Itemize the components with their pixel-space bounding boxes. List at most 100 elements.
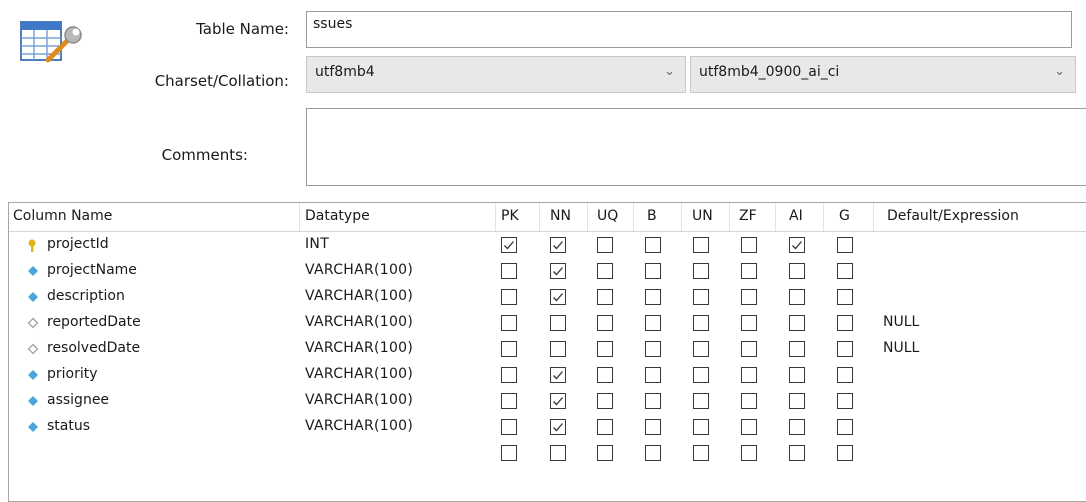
checkbox-zf[interactable] [741,289,757,305]
checkbox-un[interactable] [693,419,709,435]
checkbox-uq[interactable] [597,315,613,331]
checkbox-uq[interactable] [597,367,613,383]
checkbox-zf[interactable] [741,263,757,279]
checkbox-pk[interactable] [501,393,517,409]
checkbox-nn[interactable] [550,315,566,331]
checkbox-nn[interactable] [550,393,566,409]
checkbox-zf[interactable] [741,367,757,383]
table-row[interactable]: priority VARCHAR(100) [9,363,1086,389]
checkbox-pk[interactable] [501,237,517,253]
checkbox-b[interactable] [645,419,661,435]
checkbox-b[interactable] [645,315,661,331]
checkbox-uq[interactable] [597,341,613,357]
checkbox-b[interactable] [645,237,661,253]
table-row[interactable]: description VARCHAR(100) [9,285,1086,311]
datatype-cell[interactable]: VARCHAR(100) [305,392,413,408]
checkbox-nn[interactable] [550,341,566,357]
datatype-cell[interactable]: VARCHAR(100) [305,314,413,330]
checkbox-g[interactable] [837,419,853,435]
column-name-cell[interactable]: reportedDate [47,314,141,330]
datatype-cell[interactable]: VARCHAR(100) [305,340,413,356]
column-name-cell[interactable]: projectId [47,236,109,252]
columns-grid[interactable]: Column Name Datatype PK NN UQ B UN ZF AI… [8,202,1086,502]
checkbox-b[interactable] [645,289,661,305]
datatype-cell[interactable]: INT [305,236,329,252]
checkbox-g[interactable] [837,237,853,253]
column-name-cell[interactable]: projectName [47,262,137,278]
header-column-name[interactable]: Column Name [13,208,112,224]
header-nn[interactable]: NN [550,208,571,224]
checkbox-g[interactable] [837,393,853,409]
checkbox-nn[interactable] [550,419,566,435]
checkbox-pk[interactable] [501,367,517,383]
datatype-cell[interactable]: VARCHAR(100) [305,288,413,304]
checkbox-zf[interactable] [741,393,757,409]
checkbox-nn[interactable] [550,237,566,253]
checkbox-zf[interactable] [741,341,757,357]
checkbox-pk[interactable] [501,315,517,331]
header-uq[interactable]: UQ [597,208,618,224]
checkbox-uq[interactable] [597,263,613,279]
header-zf[interactable]: ZF [739,208,757,224]
checkbox-g[interactable] [837,341,853,357]
column-name-cell[interactable]: status [47,418,90,434]
table-row[interactable]: resolvedDate VARCHAR(100) NULL [9,337,1086,363]
checkbox-g[interactable] [837,367,853,383]
checkbox-nn[interactable] [550,445,566,461]
checkbox-un[interactable] [693,393,709,409]
collation-select[interactable]: utf8mb4_0900_ai_ci ⌄ [690,56,1076,93]
datatype-cell[interactable]: VARCHAR(100) [305,418,413,434]
checkbox-uq[interactable] [597,393,613,409]
checkbox-zf[interactable] [741,315,757,331]
header-pk[interactable]: PK [501,208,519,224]
checkbox-ai[interactable] [789,315,805,331]
checkbox-g[interactable] [837,445,853,461]
checkbox-un[interactable] [693,289,709,305]
datatype-cell[interactable]: VARCHAR(100) [305,366,413,382]
table-row[interactable]: assignee VARCHAR(100) [9,389,1086,415]
checkbox-b[interactable] [645,263,661,279]
default-expression-cell[interactable]: NULL [883,314,919,330]
checkbox-ai[interactable] [789,419,805,435]
checkbox-g[interactable] [837,315,853,331]
column-name-cell[interactable]: resolvedDate [47,340,140,356]
checkbox-zf[interactable] [741,445,757,461]
checkbox-b[interactable] [645,393,661,409]
header-datatype[interactable]: Datatype [305,208,370,224]
checkbox-ai[interactable] [789,237,805,253]
checkbox-un[interactable] [693,445,709,461]
datatype-cell[interactable]: VARCHAR(100) [305,262,413,278]
checkbox-g[interactable] [837,263,853,279]
checkbox-uq[interactable] [597,289,613,305]
header-un[interactable]: UN [692,208,713,224]
charset-select[interactable]: utf8mb4 ⌄ [306,56,686,93]
checkbox-ai[interactable] [789,341,805,357]
checkbox-uq[interactable] [597,445,613,461]
checkbox-b[interactable] [645,367,661,383]
checkbox-un[interactable] [693,341,709,357]
checkbox-nn[interactable] [550,263,566,279]
checkbox-ai[interactable] [789,289,805,305]
checkbox-ai[interactable] [789,393,805,409]
checkbox-pk[interactable] [501,419,517,435]
checkbox-un[interactable] [693,237,709,253]
checkbox-un[interactable] [693,263,709,279]
comments-textarea[interactable] [306,108,1086,186]
header-default-expression[interactable]: Default/Expression [887,208,1019,224]
checkbox-nn[interactable] [550,367,566,383]
checkbox-uq[interactable] [597,419,613,435]
checkbox-un[interactable] [693,315,709,331]
checkbox-pk[interactable] [501,445,517,461]
table-row[interactable]: status VARCHAR(100) [9,415,1086,441]
checkbox-b[interactable] [645,341,661,357]
checkbox-ai[interactable] [789,445,805,461]
header-ai[interactable]: AI [789,208,803,224]
checkbox-nn[interactable] [550,289,566,305]
checkbox-b[interactable] [645,445,661,461]
checkbox-un[interactable] [693,367,709,383]
checkbox-pk[interactable] [501,341,517,357]
column-name-cell[interactable]: priority [47,366,98,382]
checkbox-uq[interactable] [597,237,613,253]
header-b[interactable]: B [647,208,657,224]
table-row[interactable]: projectName VARCHAR(100) [9,259,1086,285]
